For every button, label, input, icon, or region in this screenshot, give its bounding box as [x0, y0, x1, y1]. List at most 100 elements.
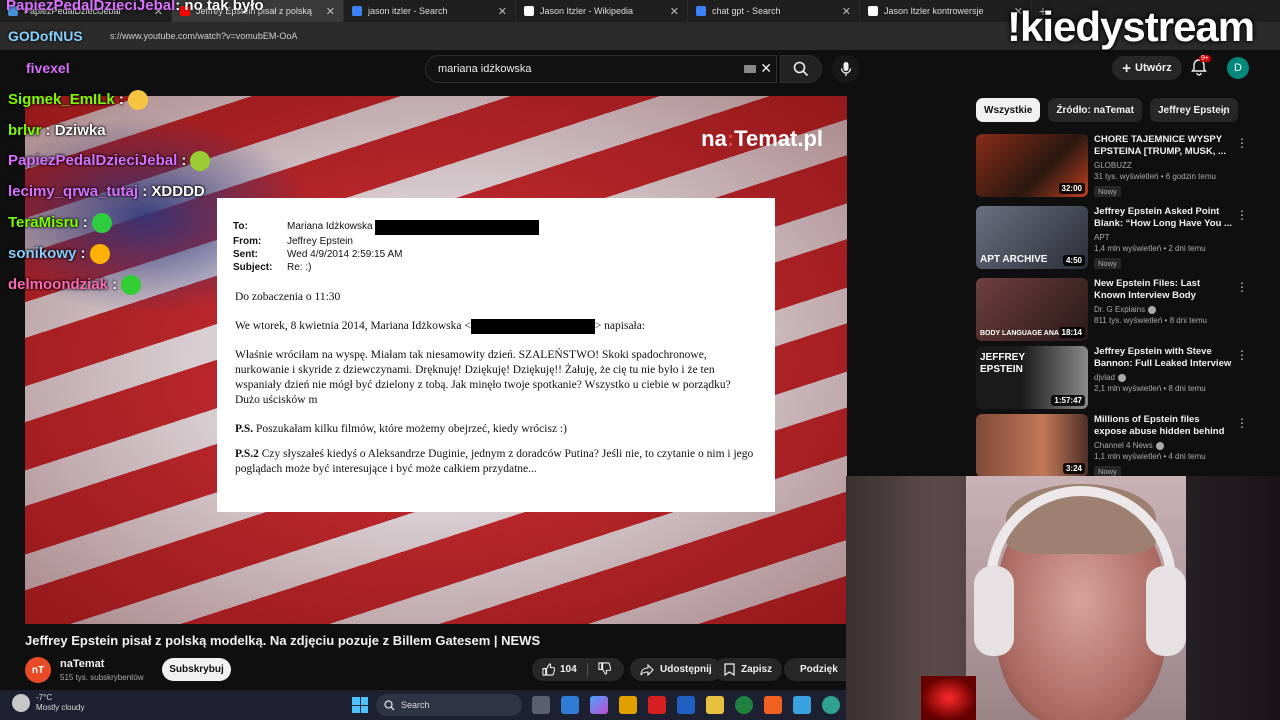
voice-search-button[interactable]: [832, 55, 860, 83]
video-title[interactable]: Jeffrey Epstein Asked Point Blank: “How …: [1094, 206, 1234, 230]
taskbar-search[interactable]: Search: [376, 694, 522, 716]
more-options-icon[interactable]: ⋮: [1236, 416, 1248, 430]
youtube-header: mariana idżkowska ✕ + Utwórz 9+ D: [0, 50, 1280, 88]
natemat-watermark: na:Temat.pl: [701, 126, 823, 152]
search-value[interactable]: mariana idżkowska: [438, 63, 532, 75]
recommended-video[interactable]: JEFFREY EPSTEIN 1:57:47 Jeffrey Epstein w…: [976, 346, 1266, 410]
chip-source[interactable]: Źródło: naTemat: [1048, 98, 1142, 122]
webcam-feed: [846, 476, 1280, 720]
save-button[interactable]: Zapisz: [714, 658, 783, 681]
chat-top-message: PapiezPedalDzieciJebal: no tak było: [6, 0, 264, 14]
watermark-part: na: [701, 126, 727, 151]
recommended-video[interactable]: APT ARCHIVE 4:50 Jeffrey Epstein Asked Po…: [976, 206, 1266, 270]
edge-icon[interactable]: [822, 696, 840, 714]
video-title[interactable]: Millions of Epstein files expose abuse h…: [1094, 414, 1234, 438]
chevron-right-icon[interactable]: ›: [1222, 103, 1227, 119]
channel-name[interactable]: GLOBUZZ: [1094, 161, 1234, 170]
browser-tab[interactable]: jason itzler - Search ✕: [344, 0, 516, 22]
more-options-icon[interactable]: ⋮: [1236, 136, 1248, 150]
dislike-button[interactable]: [598, 661, 611, 678]
chip-all[interactable]: Wszystkie: [976, 98, 1041, 122]
close-tab-icon[interactable]: ✕: [842, 5, 851, 18]
channel-name[interactable]: djvlad: [1094, 373, 1115, 382]
app-icon[interactable]: [735, 696, 753, 714]
browser-tab[interactable]: chat gpt - Search ✕: [688, 0, 860, 22]
store-icon[interactable]: [619, 696, 637, 714]
app-icon[interactable]: [648, 696, 666, 714]
search-button[interactable]: [780, 55, 822, 83]
red-light: [921, 676, 976, 720]
video-title[interactable]: New Epstein Files: Last Known Interview …: [1094, 278, 1234, 302]
share-button[interactable]: Udostępnij: [630, 658, 722, 681]
weather-widget[interactable]: -7°C Mostly cloudy: [12, 693, 84, 713]
like-button[interactable]: 104: [542, 663, 577, 676]
windows-start-icon[interactable]: [352, 697, 368, 713]
video-meta: 31 tys. wyświetleń • 6 godzin temu: [1094, 172, 1216, 181]
video-title[interactable]: CHORE TAJEMNICE WYSPY EPSTEINA [TRUMP, M…: [1094, 134, 1234, 158]
verified-icon: [1148, 305, 1157, 314]
thanks-button[interactable]: Podzięk: [784, 658, 846, 681]
chat-line: sonikowy :: [8, 244, 110, 265]
chat-message: :: [114, 91, 124, 108]
email-line: Do zobaczenia o 11:30: [235, 291, 341, 303]
task-view-icon[interactable]: [532, 696, 550, 714]
web-favicon-icon: [868, 6, 878, 16]
video-thumbnail[interactable]: 3:24: [976, 414, 1088, 477]
channel-name[interactable]: APT: [1094, 233, 1234, 242]
email-paragraph: Właśnie wróciłam na wyspę. Miałam tak ni…: [235, 348, 755, 393]
keyboard-icon[interactable]: [744, 65, 756, 73]
notifications-button[interactable]: 9+: [1190, 55, 1211, 78]
email-ps1: P.S. Poszukałam kilku filmów, które może…: [235, 422, 755, 437]
to-label: To:: [233, 221, 248, 232]
more-options-icon[interactable]: ⋮: [1236, 348, 1248, 362]
subscriber-count: 515 tys. subskrybentów: [60, 673, 144, 682]
thanks-label: Podzięk: [800, 664, 838, 675]
notepad-icon[interactable]: [793, 696, 811, 714]
more-options-icon[interactable]: ⋮: [1236, 208, 1248, 222]
search-icon: [384, 699, 395, 710]
app-icon[interactable]: [677, 696, 695, 714]
video-meta: 1,4 mln wyświetleń • 2 dni temu: [1094, 244, 1206, 253]
recommended-video[interactable]: BODY LANGUAGE ANALYSIS 18:14 New Epstein …: [976, 278, 1266, 342]
close-tab-icon[interactable]: ✕: [670, 5, 679, 18]
channel-name[interactable]: Channel 4 News: [1094, 441, 1153, 450]
bookmark-icon: [724, 663, 735, 676]
chat-username: PapiezPedalDzieciJebal: [6, 0, 176, 14]
chat-line: Sigmek_EmILk :: [8, 90, 148, 111]
from-value: Jeffrey Epstein: [287, 236, 353, 247]
recommended-video[interactable]: 3:24 Millions of Epstein files expose ab…: [976, 414, 1266, 478]
app-icon[interactable]: [706, 696, 724, 714]
url-text[interactable]: s://www.youtube.com/watch?v=vomubEM-OoA: [110, 31, 297, 41]
recommended-video[interactable]: 32:00 CHORE TAJEMNICE WYSPY EPSTEINA [TR…: [976, 134, 1266, 198]
more-options-icon[interactable]: ⋮: [1236, 280, 1248, 294]
video-player[interactable]: na:Temat.pl To: Mariana Idżkowska From: Je…: [25, 96, 847, 624]
close-tab-icon[interactable]: ✕: [326, 5, 335, 18]
weather-text: -7°C Mostly cloudy: [36, 693, 84, 713]
channel-name[interactable]: Dr. G Explains: [1094, 305, 1145, 314]
app-icon[interactable]: [561, 696, 579, 714]
search-input[interactable]: mariana idżkowska ✕: [425, 55, 777, 83]
email-header: To: Mariana Idżkowska From: Jeffrey Epstei…: [233, 220, 539, 274]
chat-message: : XDDDD: [138, 183, 205, 200]
video-title[interactable]: Jeffrey Epstein with Steve Bannon: Full …: [1094, 346, 1234, 370]
close-tab-icon[interactable]: ✕: [498, 5, 507, 18]
search-icon: [793, 61, 809, 77]
channel-avatar[interactable]: nT: [25, 657, 51, 683]
account-avatar[interactable]: D: [1227, 57, 1249, 79]
subject-label: Subject:: [233, 262, 273, 273]
video-thumbnail[interactable]: 32:00: [976, 134, 1088, 197]
video-thumbnail[interactable]: APT ARCHIVE 4:50: [976, 206, 1088, 269]
chat-username: TeraMisru: [8, 214, 79, 231]
video-thumbnail[interactable]: BODY LANGUAGE ANALYSIS 18:14: [976, 278, 1088, 341]
video-info: Millions of Epstein files expose abuse h…: [1094, 414, 1234, 479]
browser-tab[interactable]: Jason Itzler - Wikipedia ✕: [516, 0, 688, 22]
copilot-icon[interactable]: [590, 696, 608, 714]
subscribe-button[interactable]: Subskrybuj: [162, 658, 231, 681]
create-button[interactable]: + Utwórz: [1112, 56, 1182, 80]
brave-icon[interactable]: [764, 696, 782, 714]
microphone-icon: [840, 62, 852, 76]
channel-name[interactable]: naTemat: [60, 658, 104, 670]
email-body: Do zobaczenia o 11:30 We wtorek, 8 kwiet…: [235, 290, 755, 491]
clear-search-icon[interactable]: ✕: [760, 60, 772, 77]
video-thumbnail[interactable]: JEFFREY EPSTEIN 1:57:47: [976, 346, 1088, 409]
